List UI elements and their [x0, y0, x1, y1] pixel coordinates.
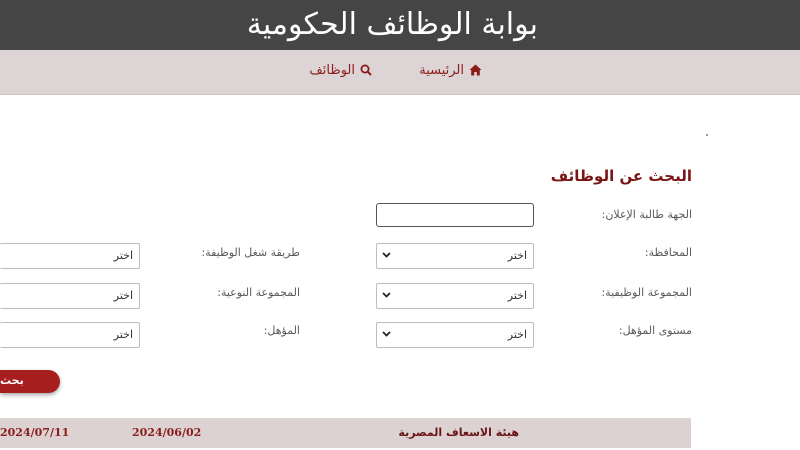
governorate-select-value: اختر: [507, 249, 527, 262]
decorative-dot: [706, 134, 708, 136]
nav-item-jobs-label: الوظائف: [309, 63, 355, 78]
qualitative-group-label: المجموعة النوعية:: [217, 286, 300, 299]
search-heading: البحث عن الوظائف: [550, 167, 692, 185]
governorate-select[interactable]: اختر: [376, 243, 534, 269]
nav-item-home-label: الرئيسية: [419, 63, 464, 78]
advertiser-input[interactable]: [376, 203, 534, 227]
qualification-level-label: مستوى المؤهل:: [618, 324, 692, 337]
header-bar: بوابة الوظائف الحكومية: [0, 0, 800, 50]
chevron-down-icon: [382, 252, 391, 258]
search-button[interactable]: بحث: [0, 370, 60, 393]
chevron-down-icon: [382, 331, 391, 337]
result-organization: هيئة الاسعاف المصرية: [398, 426, 519, 439]
search-button-label: بحث: [0, 374, 24, 387]
result-end-date: 2024/07/11: [0, 426, 70, 439]
qualification-select[interactable]: اختر: [0, 322, 140, 348]
result-start-date: 2024/06/02: [132, 426, 202, 439]
job-fill-method-label: طريقة شغل الوظيفة:: [201, 246, 300, 259]
qualification-level-select-value: اختر: [507, 328, 527, 341]
qualification-select-value: اختر: [113, 328, 133, 341]
job-group-label: المجموعة الوظيفية:: [601, 286, 692, 299]
search-icon: [360, 64, 372, 76]
qualitative-group-select-value: اختر: [113, 289, 133, 302]
qualitative-group-select[interactable]: اختر: [0, 283, 140, 309]
job-fill-method-select-value: اختر: [113, 249, 133, 262]
nav-bar: الرئيسية الوظائف: [0, 50, 800, 95]
table-row[interactable]: هيئة الاسعاف المصرية 2024/06/02 2024/07/…: [0, 418, 691, 448]
chevron-down-icon: [382, 292, 391, 298]
job-fill-method-select[interactable]: اختر: [0, 243, 140, 269]
advertiser-label: الجهة طالبة الإعلان:: [601, 208, 692, 221]
qualification-label: المؤهل:: [263, 324, 300, 337]
home-icon: [469, 64, 482, 76]
nav-item-jobs[interactable]: الوظائف: [309, 62, 372, 80]
governorate-label: المحافظة:: [644, 246, 692, 259]
job-group-select[interactable]: اختر: [376, 283, 534, 309]
site-title: بوابة الوظائف الحكومية: [246, 7, 538, 42]
qualification-level-select[interactable]: اختر: [376, 322, 534, 348]
job-group-select-value: اختر: [507, 289, 527, 302]
nav-item-home[interactable]: الرئيسية: [419, 62, 482, 80]
